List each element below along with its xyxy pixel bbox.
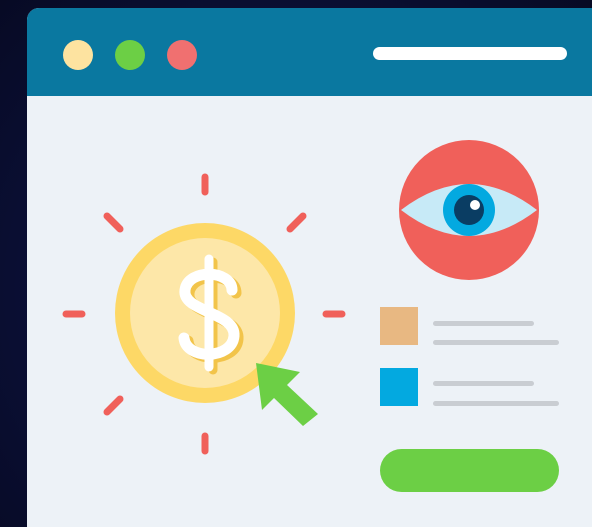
legend-item-blue (380, 368, 559, 406)
eye-icon (399, 140, 539, 280)
ray-bottom-left (103, 395, 124, 416)
legend-line-short (433, 321, 534, 326)
legend-swatch-orange (380, 307, 418, 345)
ray-top-right (286, 212, 307, 233)
legend-line-short (433, 381, 534, 386)
legend-item-orange (380, 307, 559, 345)
pointer-arrow-icon (256, 363, 318, 426)
action-button[interactable] (380, 449, 559, 492)
legend-line-long (433, 340, 559, 345)
ray-top-left (103, 212, 124, 233)
legend-line-long (433, 401, 559, 406)
illustration-canvas (0, 0, 592, 527)
page-illustration (62, 140, 559, 492)
legend-swatch-blue (380, 368, 418, 406)
